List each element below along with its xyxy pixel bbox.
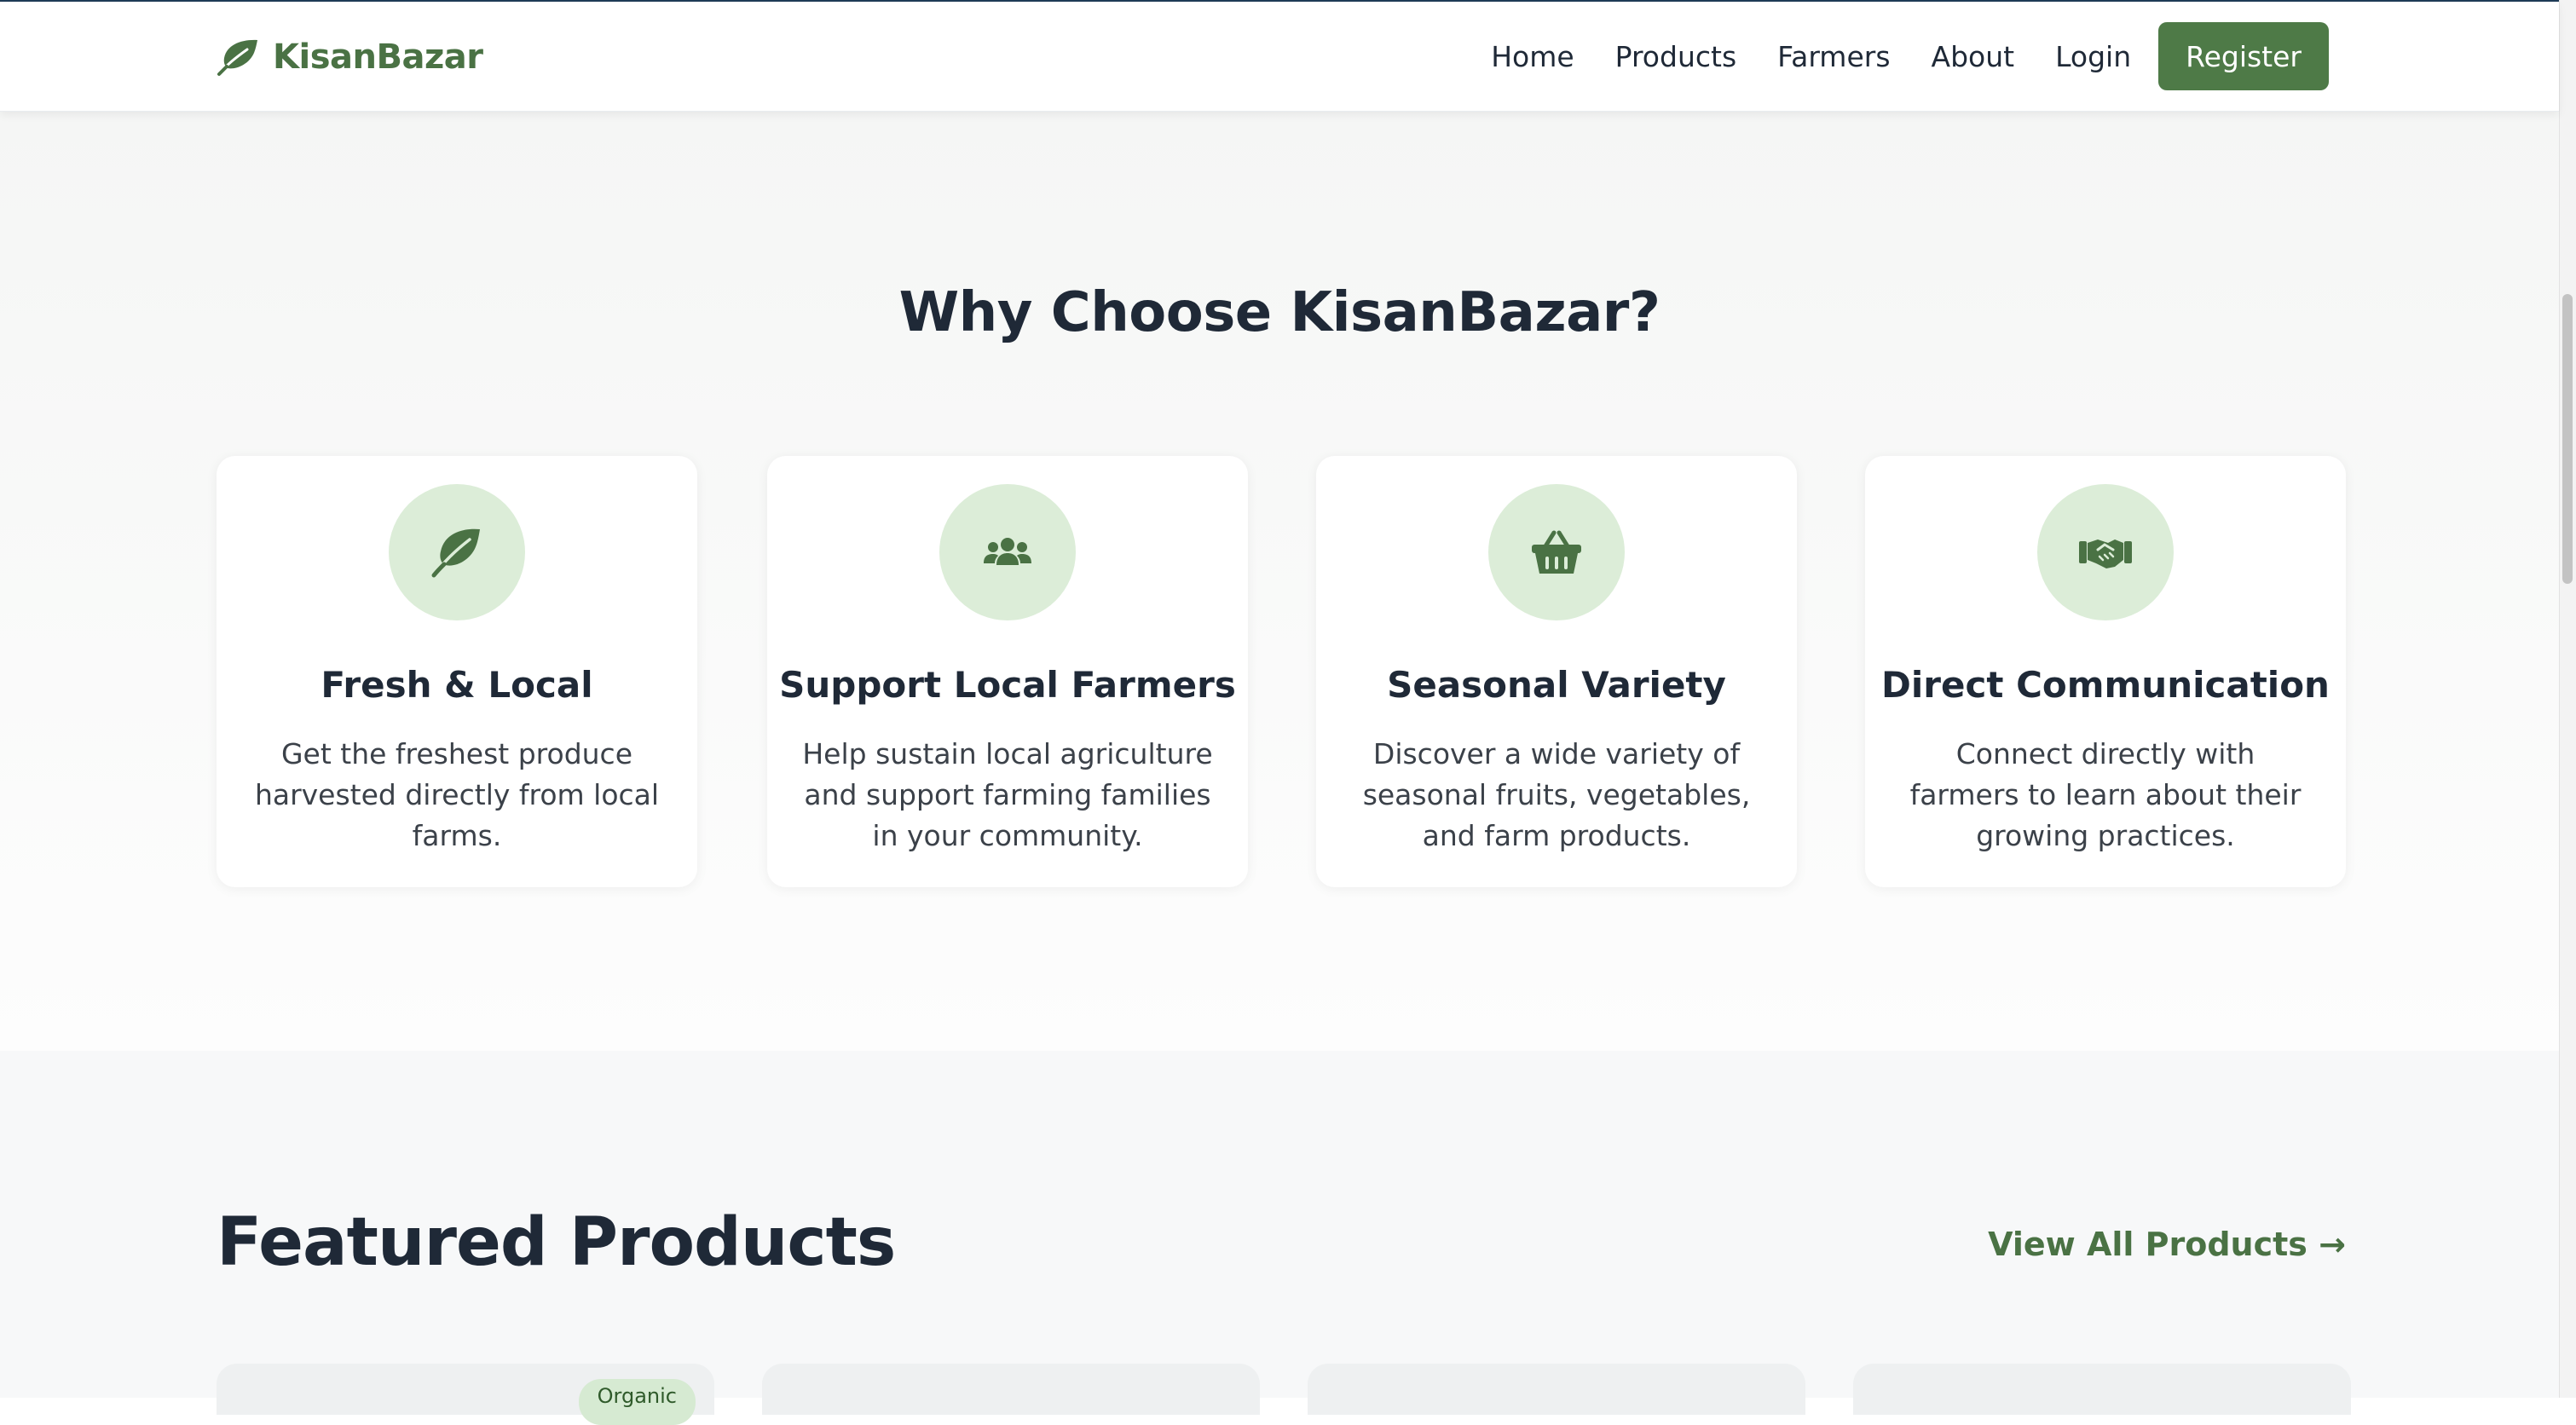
brand-logo[interactable]: KisanBazar [217, 34, 483, 80]
handshake-icon [2037, 484, 2174, 620]
card-title: Direct Communication [1881, 664, 2330, 706]
nav-links: Home Products Farmers About Login Regist… [1491, 22, 2329, 90]
navbar: KisanBazar Home Products Farmers About L… [0, 2, 2559, 112]
card-title: Seasonal Variety [1387, 664, 1726, 706]
product-card[interactable] [1853, 1364, 2351, 1415]
organic-badge: Organic [578, 1379, 696, 1425]
card-description: Discover a wide variety of seasonal frui… [1362, 737, 1751, 852]
product-card[interactable] [1308, 1364, 1805, 1415]
featured-products-title: Featured Products [217, 1204, 896, 1281]
nav-home-link[interactable]: Home [1491, 40, 1574, 73]
page-scrollbar[interactable] [2559, 0, 2576, 1398]
nav-about-link[interactable]: About [1932, 40, 2015, 73]
view-all-products-link[interactable]: View All Products → [1988, 1226, 2346, 1263]
nav-farmers-link[interactable]: Farmers [1777, 40, 1890, 73]
scrollbar-thumb[interactable] [2562, 294, 2573, 584]
feature-card-support-farmers: Support Local Farmers Help sustain local… [767, 456, 1248, 887]
basket-icon [1488, 484, 1625, 620]
card-title: Support Local Farmers [779, 664, 1236, 706]
card-description: Connect directly with farmers to learn a… [1909, 737, 2302, 852]
featured-products-section: Featured Products View All Products → Or… [0, 1051, 2559, 1425]
why-choose-title: Why Choose KisanBazar? [898, 281, 1661, 344]
brand-name: KisanBazar [273, 38, 483, 77]
feature-card-fresh-local: Fresh & Local Get the freshest produce h… [217, 456, 697, 887]
product-card[interactable] [762, 1364, 1260, 1415]
leaf-icon [217, 38, 261, 77]
card-description: Get the freshest produce harvested direc… [254, 737, 660, 852]
users-icon [939, 484, 1076, 620]
card-title: Fresh & Local [321, 664, 593, 706]
nav-products-link[interactable]: Products [1615, 40, 1737, 73]
register-button[interactable]: Register [2158, 22, 2329, 90]
nav-login-link[interactable]: Login [2055, 40, 2131, 73]
feature-card-direct-communication: Direct Communication Connect directly wi… [1865, 456, 2346, 887]
feature-card-seasonal-variety: Seasonal Variety Discover a wide variety… [1316, 456, 1797, 887]
product-card[interactable]: Organic [217, 1364, 714, 1425]
why-choose-section: Why Choose KisanBazar? Fresh & Local Get… [0, 111, 2559, 1051]
card-description: Help sustain local agriculture and suppo… [802, 737, 1213, 852]
leaf-icon [389, 484, 525, 620]
